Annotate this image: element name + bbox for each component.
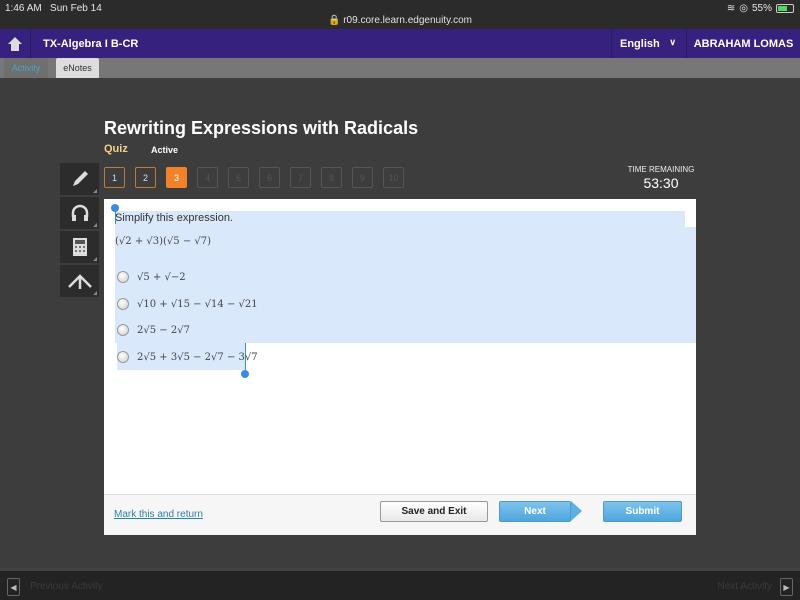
tool-palette [60,163,100,299]
time-remaining: TIME REMAINING 53:30 [620,165,702,191]
radio-button[interactable] [117,271,129,283]
question-button-7: 7 [290,167,311,188]
previous-activity-button[interactable]: ◀ [7,578,20,596]
answer-text: √5 + √−2 [137,271,186,283]
answer-option-2[interactable]: √10 + √15 − √14 − √21 [117,298,258,310]
pencil-tool-button[interactable] [60,163,99,195]
tab-bar: Activity eNotes [0,58,800,78]
activity-status: Active [151,145,179,155]
answer-text: 2√5 + 3√5 − 2√7 − 3√7 [137,351,258,363]
question-button-3[interactable]: 3 [166,167,187,188]
expand-corner-icon [93,189,97,193]
question-button-8: 8 [321,167,342,188]
pencil-icon [72,171,88,186]
next-activity-button[interactable]: ▶ [780,578,793,596]
next-button[interactable]: Next [499,501,571,522]
timer-value: 53:30 [643,175,679,191]
answer-text: √10 + √15 − √14 − √21 [137,298,258,310]
clock-time: 1:46 AM [5,3,42,14]
expand-corner-icon [93,291,97,295]
previous-activity-label[interactable]: Previous Activity [30,581,103,592]
question-button-2[interactable]: 2 [135,167,156,188]
answer-option-1[interactable]: √5 + √−2 [117,271,186,283]
chevron-down-icon: ∨ [669,37,676,47]
question-expression: (√2 + √3)(√5 − √7) [115,236,212,247]
calculator-tool-button[interactable] [60,231,99,263]
question-button-1[interactable]: 1 [104,167,125,188]
question-button-4: 4 [197,167,218,188]
selection-end-handle[interactable] [241,370,249,378]
user-menu[interactable]: ABRAHAM LOMAS [686,29,800,58]
answer-option-4[interactable]: 2√5 + 3√5 − 2√7 − 3√7 [117,351,258,363]
answer-text: 2√5 − 2√7 [137,324,190,336]
tab-enotes[interactable]: eNotes [56,58,99,78]
reference-arrow-icon [67,274,92,289]
radio-button[interactable] [117,324,129,336]
url-text: r09.core.learn.edgenuity.com [343,15,472,26]
mark-and-return-link[interactable]: Mark this and return [114,509,203,520]
device-status-bar: 1:46 AM Sun Feb 14 🔒 r09.core.learn.edge… [0,0,800,29]
headphones-icon [71,204,88,221]
expand-corner-icon [93,223,97,227]
activity-title: Rewriting Expressions with Radicals [104,118,419,138]
clock: 1:46 AM Sun Feb 14 [5,3,102,14]
question-navigator: 1 2 3 4 5 6 7 8 9 10 [104,167,404,188]
address-bar[interactable]: 🔒 r09.core.learn.edgenuity.com [0,15,800,26]
question-prompt: Simplify this expression. [115,212,233,224]
chevron-left-icon: ◀ [10,582,17,592]
chevron-right-icon: ▶ [783,582,790,592]
home-icon [8,36,22,51]
course-title: TX-Algebra I B-CR [43,38,139,50]
orientation-lock-icon: ◎ [739,3,748,14]
activity-navigation-bar: ◀ Previous Activity Next Activity ▶ [0,568,800,600]
tab-activity[interactable]: Activity [4,58,48,78]
calculator-icon [72,238,87,256]
wifi-icon: ≋ [726,3,736,14]
next-button-arrow[interactable] [571,501,582,521]
question-button-6: 6 [259,167,280,188]
clock-date: Sun Feb 14 [50,3,102,14]
question-button-9: 9 [352,167,373,188]
reference-tool-button[interactable] [60,265,99,297]
status-icons: ≋ ◎ 55% [727,3,794,14]
home-button[interactable] [0,29,31,58]
submit-button[interactable]: Submit [603,501,682,522]
expand-corner-icon [93,257,97,261]
battery-percent: 55% [751,3,772,14]
audio-tool-button[interactable] [60,197,99,229]
question-button-10: 10 [383,167,404,188]
app-header: TX-Algebra I B-CR English ∨ ABRAHAM LOMA… [0,29,800,58]
lock-icon: 🔒 [327,15,341,26]
language-select[interactable]: English ∨ [611,29,686,58]
question-button-5: 5 [228,167,249,188]
battery-icon [776,4,794,13]
user-name: ABRAHAM LOMAS [693,37,794,50]
radio-button[interactable] [117,351,129,363]
timer-label: TIME REMAINING [627,165,695,174]
language-label: English [620,37,660,50]
save-and-exit-button[interactable]: Save and Exit [380,501,488,522]
activity-type: Quiz [104,143,128,155]
answer-option-3[interactable]: 2√5 − 2√7 [117,324,190,336]
next-activity-label[interactable]: Next Activity [718,581,772,592]
radio-button[interactable] [117,298,129,310]
